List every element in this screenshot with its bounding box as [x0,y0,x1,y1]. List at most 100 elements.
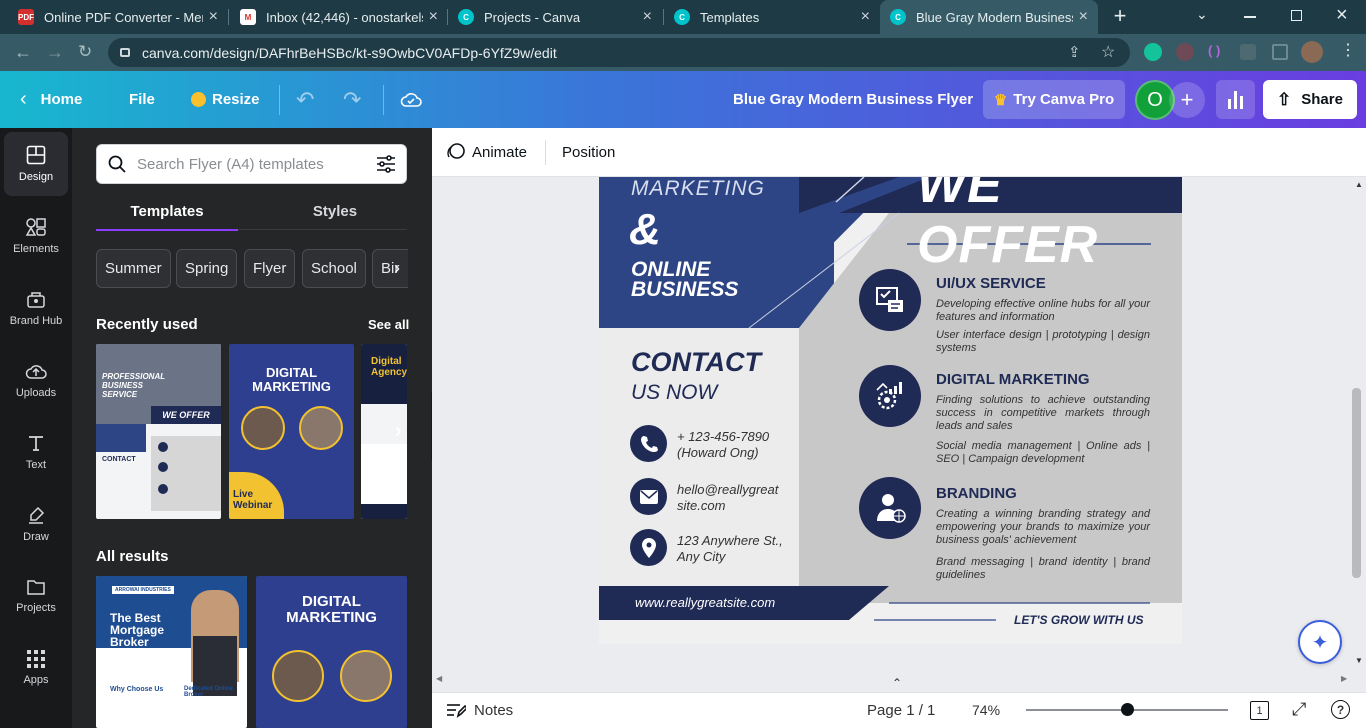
browser-tab[interactable]: PDF Online PDF Converter - Merge × [8,0,228,34]
tab-search-icon[interactable]: ⌄ [1196,6,1208,23]
service-description: Finding solutions to achieve outstanding… [936,394,1150,432]
extensions-puzzle-icon[interactable] [1240,44,1256,60]
flyer-top-headline: WE OFFER [917,177,1099,274]
zoom-slider[interactable] [1026,703,1228,716]
back-arrow-icon[interactable]: ← [14,42,32,62]
close-tab-icon[interactable]: × [429,8,438,26]
rail-item-brand-hub[interactable]: Brand Hub [4,276,68,340]
service-tags: Brand messaging | brand identity | brand… [936,556,1150,581]
maximize-window-button[interactable] [1291,10,1302,21]
browser-tab-active[interactable]: C Blue Gray Modern Business F × [880,0,1098,34]
address-bar[interactable]: canva.com/design/DAFhrBeHSBc/kt-s9OwbCV0… [108,38,1130,67]
rail-item-uploads[interactable]: Uploads [4,348,68,412]
rail-item-projects[interactable]: Projects [4,564,68,628]
tab-styles[interactable]: Styles [268,203,402,220]
rail-item-elements[interactable]: Elements [4,204,68,268]
tab-title: Blue Gray Modern Business F [916,9,1073,25]
extension-k-icon[interactable] [1176,43,1194,61]
close-window-button[interactable]: × [1336,4,1348,27]
filter-pill[interactable]: Bir [372,249,408,288]
rail-item-text[interactable]: Text [4,420,68,484]
magic-sparkle-icon[interactable]: ✦ [1298,620,1342,664]
tab-templates[interactable]: Templates [96,203,238,220]
close-tab-icon[interactable]: × [209,8,218,26]
contact-email-line1: hello@reallygreat [677,482,779,497]
service-title: DIGITAL MARKETING [936,371,1090,388]
cloud-saved-icon[interactable] [400,71,422,128]
rail-item-apps[interactable]: Apps [4,636,68,700]
filter-pill[interactable]: Flyer [244,249,296,288]
elements-icon [25,218,46,236]
new-tab-button[interactable]: + [1108,4,1132,28]
forward-arrow-icon[interactable]: → [46,42,64,62]
share-page-icon[interactable]: ⇪ [1068,43,1081,61]
flyer-page[interactable]: WE OFFER MARKETING & ONLINE BUSINESS CON… [599,177,1182,644]
grammarly-extension-icon[interactable] [1144,43,1162,61]
browser-tab[interactable]: C Templates × [664,0,880,34]
contact-subheading: US NOW [631,381,718,404]
contact-phone-name: (Howard Ong) [677,445,759,460]
reload-icon[interactable]: ↻ [78,42,92,62]
undo-icon[interactable]: ↶ [296,71,314,128]
design-icon [26,145,46,165]
scroll-down-icon[interactable]: ▼ [1355,656,1363,665]
result-template-thumbnail[interactable]: DIGITAL MARKETING [256,576,407,728]
template-search-input[interactable]: Search Flyer (A4) templates [96,144,407,184]
see-all-link[interactable]: See all [368,317,409,332]
scroll-right-icon[interactable]: ▶ [1341,674,1347,683]
share-button[interactable]: ⇧ Share [1263,80,1357,119]
rail-item-design[interactable]: Design [4,132,68,196]
scroll-left-icon[interactable]: ◀ [436,674,442,683]
resize-button[interactable]: Resize [191,71,260,128]
animate-button[interactable]: Animate [446,128,527,176]
add-collaborator-button[interactable]: + [1169,82,1205,118]
rail-item-draw[interactable]: Draw [4,492,68,556]
page-indicator[interactable]: Page 1 / 1 [867,693,935,727]
slogan-text: LET'S GROW WITH US [1014,613,1144,627]
home-button[interactable]: ‹ Home [20,71,82,128]
filter-pill[interactable]: Summer [96,249,171,288]
show-pages-chevron-icon[interactable]: ⌃ [892,676,902,690]
help-icon[interactable]: ? [1331,700,1350,719]
extension-brackets-icon[interactable]: ( ) [1208,43,1226,61]
all-results-heading: All results [96,548,169,565]
result-template-thumbnail[interactable]: ARROWAI INDUSTRIES The Best Mortgage Bro… [96,576,247,728]
minimize-window-button[interactable] [1244,16,1256,18]
recently-used-heading: Recently used [96,316,198,333]
page-grid-icon[interactable]: 1 [1250,701,1269,720]
side-panel-icon[interactable] [1272,44,1288,60]
canvas-scrollbar[interactable]: ▲ ▼ [1350,180,1364,670]
scroll-up-icon[interactable]: ▲ [1355,180,1363,189]
try-canva-pro-button[interactable]: ♛ Try Canva Pro [983,80,1125,119]
filter-sliders-icon[interactable] [376,155,396,173]
chevron-right-icon[interactable]: › [394,258,400,279]
zoom-slider-knob[interactable] [1121,703,1134,716]
recent-template-thumbnail[interactable]: DIGITAL MARKETING Live Webinar [229,344,354,519]
close-tab-icon[interactable]: × [1079,8,1088,26]
file-menu-button[interactable]: File [129,71,155,128]
browser-tab[interactable]: C Projects - Canva × [448,0,662,34]
insights-chart-button[interactable] [1216,80,1255,119]
filter-pill[interactable]: School [302,249,366,288]
position-button[interactable]: Position [562,128,615,176]
zoom-percentage[interactable]: 74% [972,693,1000,727]
contact-address-line2: Any City [677,549,726,564]
scrollbar-thumb[interactable] [1352,388,1361,578]
notes-button[interactable]: Notes [446,693,513,727]
filter-pill[interactable]: Spring [176,249,238,288]
redo-icon[interactable]: ↷ [343,71,361,128]
carousel-next-icon[interactable]: › [395,420,402,443]
browser-tab[interactable]: M Inbox (42,446) - onostarkels@ × [230,0,448,34]
recent-template-thumbnail[interactable]: PROFESSIONAL BUSINESS SERVICE WE OFFER C… [96,344,221,519]
profile-avatar[interactable] [1301,41,1323,63]
thumb-title: DIGITAL MARKETING [286,593,377,626]
bookmark-star-icon[interactable]: ☆ [1101,42,1115,62]
close-tab-icon[interactable]: × [861,8,870,26]
fullscreen-icon[interactable]: ⤢ [1292,699,1306,720]
close-tab-icon[interactable]: × [643,8,652,26]
document-title[interactable]: Blue Gray Modern Business Flyer [733,71,973,128]
browser-menu-icon[interactable]: ⋮ [1340,40,1356,62]
thumb-brand: ARROWAI INDUSTRIES [112,586,174,594]
brand-hub-icon [27,292,45,308]
browser-tab-strip: PDF Online PDF Converter - Merge × M Inb… [0,0,1366,34]
